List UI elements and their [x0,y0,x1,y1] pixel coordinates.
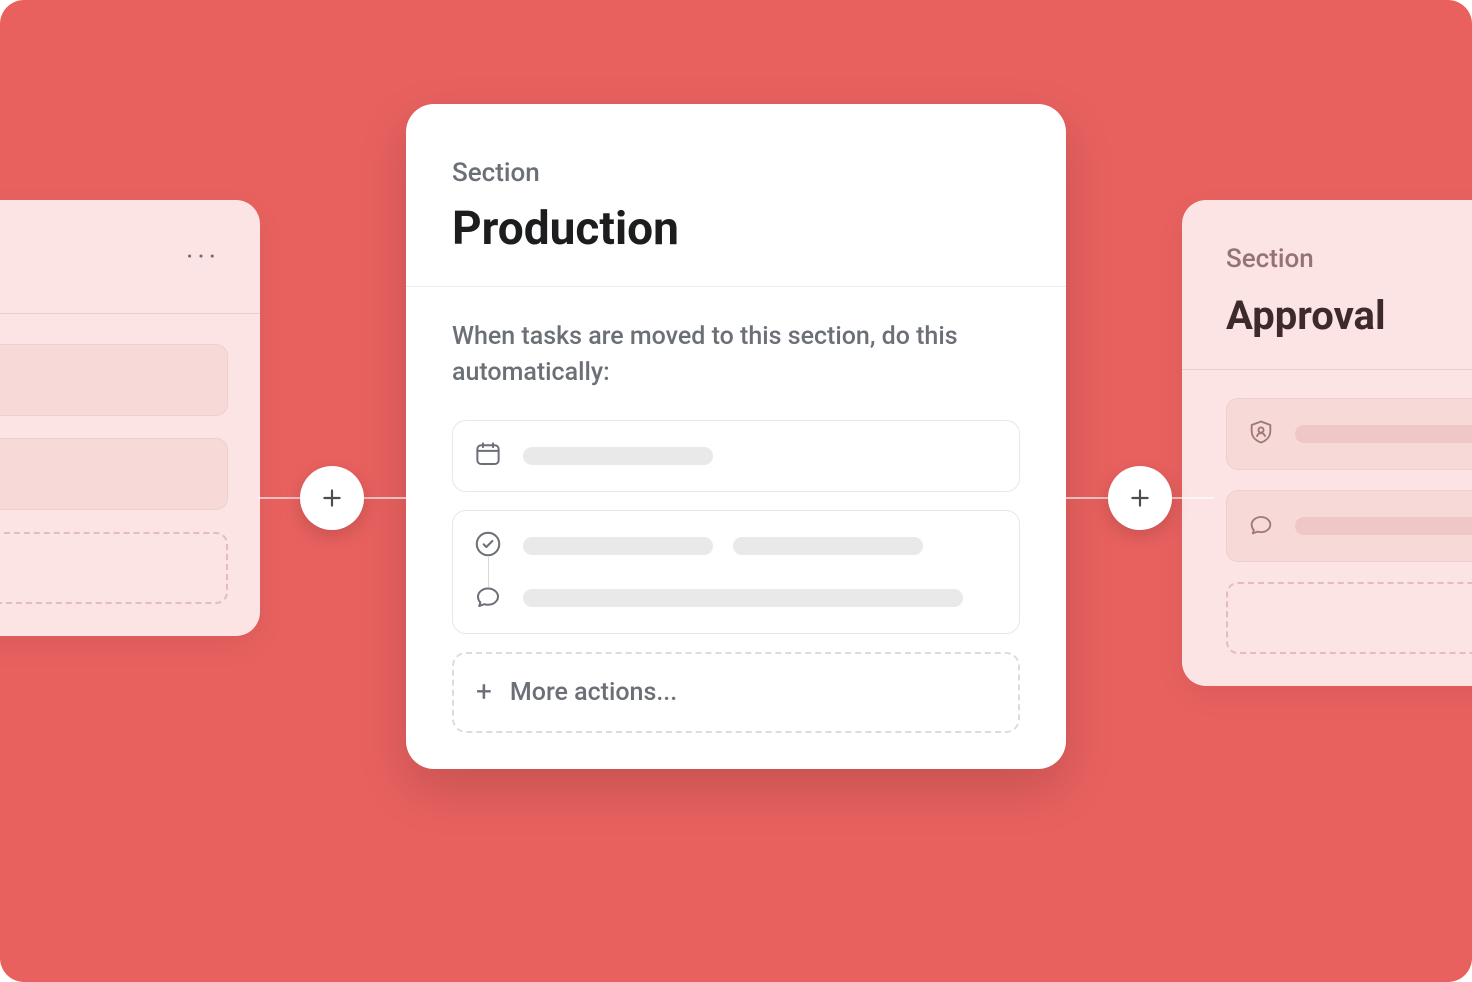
divider [1182,369,1472,370]
add-rule-placeholder[interactable] [0,532,228,604]
automation-description: When tasks are moved to this section, do… [452,319,1020,392]
section-title: Production [452,202,1020,256]
rule-text-placeholder [1295,517,1472,535]
plus-icon [319,485,345,511]
automation-rule[interactable] [452,420,1020,492]
rule-placeholder [0,344,228,416]
add-section-button[interactable] [1108,466,1172,530]
rule-text-placeholder [733,537,923,555]
comment-icon [1247,510,1275,542]
section-card-active: Section Production When tasks are moved … [406,104,1066,769]
rule-text-placeholder [1295,425,1472,443]
section-card-next: Section Approval [1182,200,1472,686]
automation-rule[interactable] [1226,398,1472,470]
section-label: Section [452,158,1020,188]
rule-text-placeholder [523,447,713,465]
more-menu-icon[interactable]: ··· [0,240,228,273]
section-label: Section [1226,244,1472,274]
rule-connector [488,563,999,581]
rule-text-placeholder [523,589,963,607]
add-rule-placeholder[interactable] [1226,582,1472,654]
plus-icon [1127,485,1153,511]
section-title: Approval [1226,292,1472,339]
assignee-icon [1247,418,1275,450]
rule-placeholder [0,438,228,510]
canvas: ··· Section Production When tasks are mo… [0,0,1472,982]
rule-text-placeholder [523,537,713,555]
calendar-icon [473,439,503,473]
automation-rule[interactable] [1226,490,1472,562]
more-actions-button[interactable]: + More actions... [452,652,1020,733]
more-actions-label: More actions... [510,678,677,707]
add-section-button[interactable] [300,466,364,530]
section-card-previous: ··· [0,200,260,636]
divider [0,313,260,314]
automation-rule[interactable] [452,510,1020,634]
divider [406,286,1066,287]
plus-icon: + [476,678,492,706]
